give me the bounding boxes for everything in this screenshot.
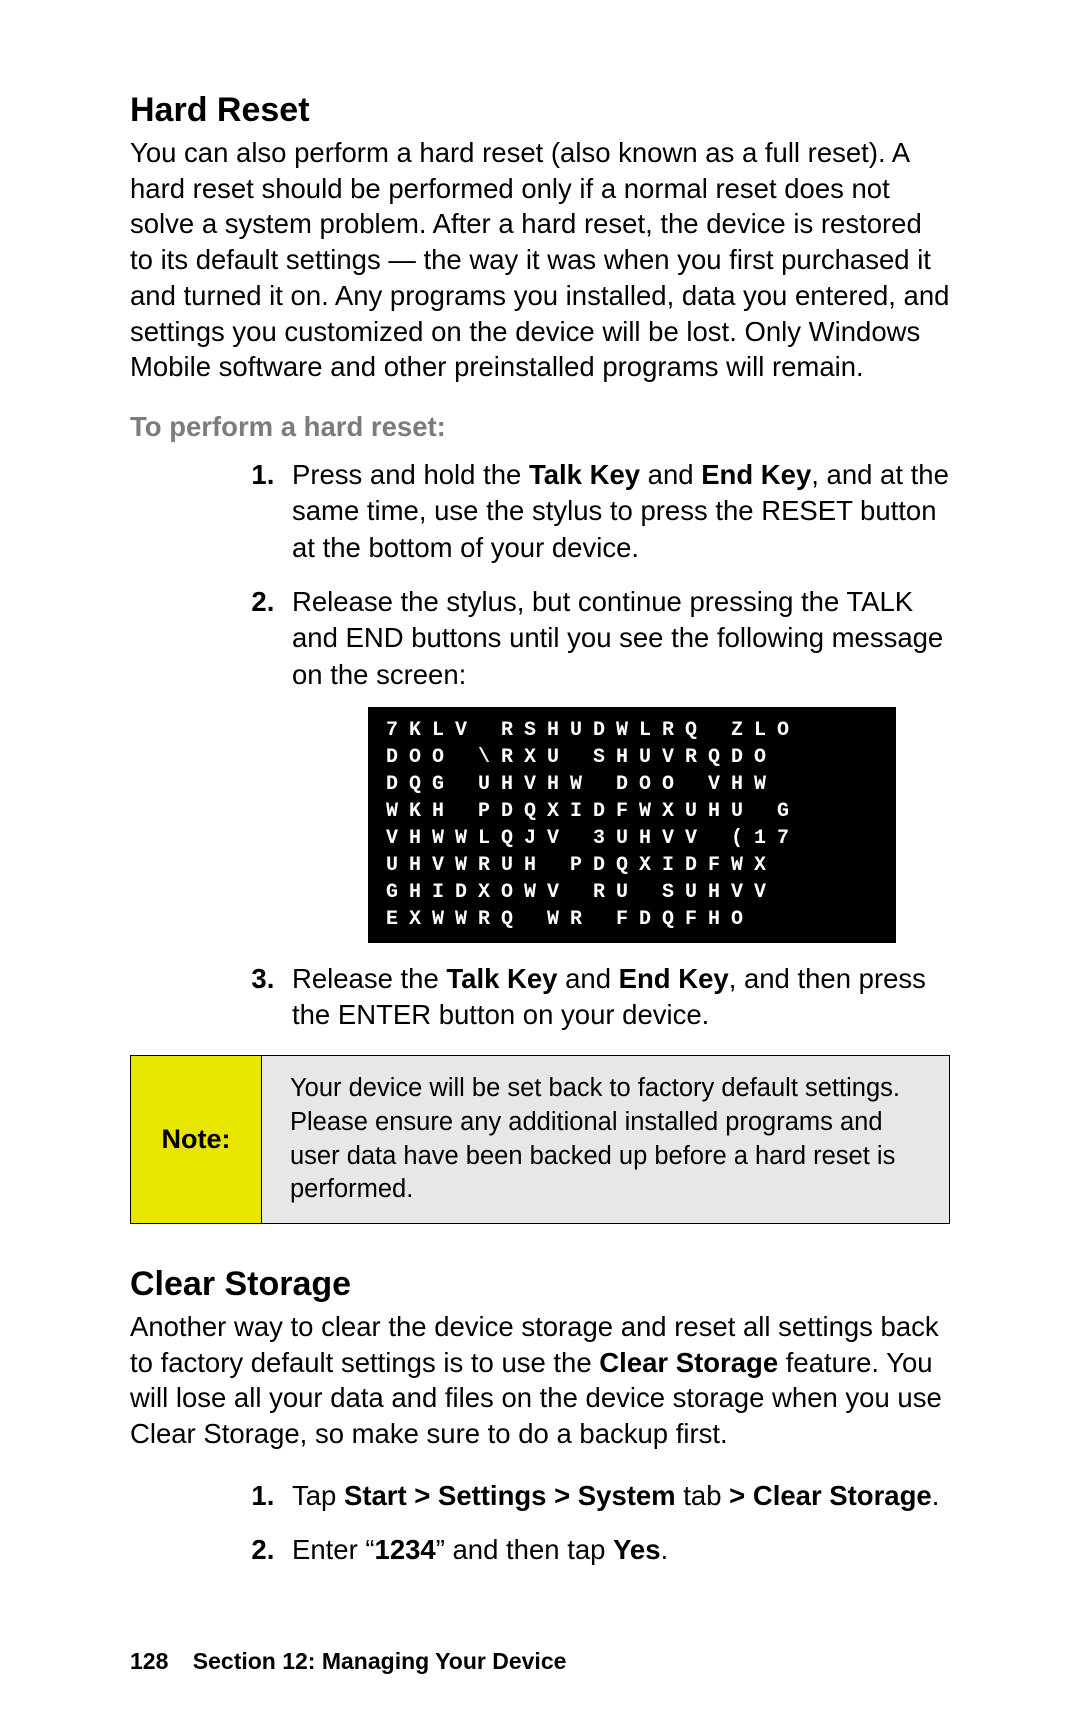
step1-text-pre: Press and hold the	[292, 459, 529, 490]
screen-line-7: GHIDXOWV RU SUHVV	[386, 879, 896, 906]
cs-step2-mid: ” and then tap	[436, 1534, 613, 1565]
clear-storage-intro: Another way to clear the device storage …	[130, 1309, 950, 1452]
note-text: Your device will be set back to factory …	[262, 1056, 949, 1223]
hard-reset-step-3: Release the Talk Key and End Key, and th…	[282, 961, 950, 1034]
screen-line-3: DQG UHVHW DOO VHW	[386, 771, 896, 798]
note-label: Note:	[131, 1056, 262, 1223]
hard-reset-step-1: Press and hold the Talk Key and End Key,…	[282, 457, 950, 566]
document-page: Hard Reset You can also perform a hard r…	[0, 0, 1080, 1715]
end-key-label-2: End Key	[619, 963, 729, 994]
screen-line-2: DOO \RXU SHUVRQDO	[386, 744, 896, 771]
cs-step2-post: .	[661, 1534, 669, 1565]
clear-storage-feature-label: Clear Storage	[599, 1347, 778, 1378]
step2-text: Release the stylus, but continue pressin…	[292, 586, 943, 690]
nav-path-1: Start > Settings > System	[344, 1480, 676, 1511]
code-1234: 1234	[375, 1534, 436, 1565]
cs-step2-pre: Enter “	[292, 1534, 375, 1565]
screen-line-4: WKH PDQXIDFWXUHU G	[386, 798, 896, 825]
screen-line-8: EXWWRQ WR FDQFHO	[386, 906, 896, 933]
hard-reset-heading: Hard Reset	[130, 90, 950, 131]
step3-text-mid: and	[557, 963, 618, 994]
page-footer: 128 Section 12: Managing Your Device	[130, 1648, 950, 1675]
screen-line-5: VHWWLQJV 3UHVV (17	[386, 825, 896, 852]
hard-reset-intro: You can also perform a hard reset (also …	[130, 135, 950, 385]
section-title: Section 12: Managing Your Device	[193, 1648, 567, 1674]
note-callout: Note: Your device will be set back to fa…	[130, 1055, 950, 1224]
device-screen-message: 7KLV RSHUDWLRQ ZLO DOO \RXU SHUVRQDO DQG…	[368, 707, 896, 943]
clear-storage-heading: Clear Storage	[130, 1264, 950, 1305]
clear-storage-step-2: Enter “1234” and then tap Yes.	[282, 1532, 950, 1568]
hard-reset-step-2: Release the stylus, but continue pressin…	[282, 584, 950, 943]
talk-key-label-2: Talk Key	[446, 963, 557, 994]
clear-storage-steps: Tap Start > Settings > System tab > Clea…	[130, 1478, 950, 1569]
cs-step1-post: .	[932, 1480, 940, 1511]
cs-step1-pre: Tap	[292, 1480, 344, 1511]
clear-storage-step-1: Tap Start > Settings > System tab > Clea…	[282, 1478, 950, 1514]
talk-key-label: Talk Key	[529, 459, 640, 490]
hard-reset-steps: Press and hold the Talk Key and End Key,…	[130, 457, 950, 1033]
cs-step1-mid: tab	[676, 1480, 730, 1511]
nav-path-2: > Clear Storage	[729, 1480, 932, 1511]
screen-line-1: 7KLV RSHUDWLRQ ZLO	[386, 717, 896, 744]
page-number: 128	[130, 1648, 168, 1674]
step3-text-pre: Release the	[292, 963, 446, 994]
screen-line-6: UHVWRUH PDQXIDFWX	[386, 852, 896, 879]
step1-text-mid: and	[640, 459, 701, 490]
end-key-label: End Key	[701, 459, 811, 490]
hard-reset-procedure-heading: To perform a hard reset:	[130, 411, 950, 443]
yes-button-label: Yes	[613, 1534, 660, 1565]
